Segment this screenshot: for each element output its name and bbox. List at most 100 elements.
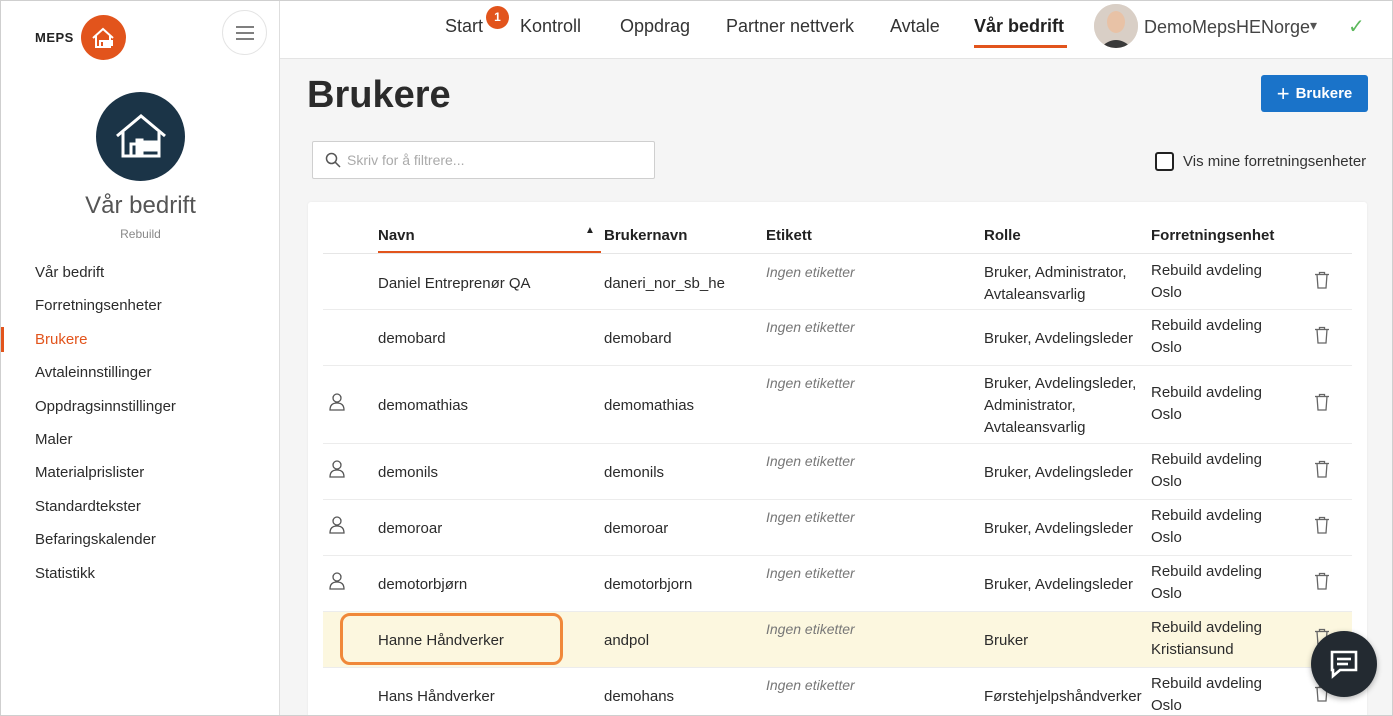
column-header-navn[interactable]: Navn <box>378 227 415 244</box>
table-row[interactable]: Hans Håndverker demohans Ingen etiketter Fø… <box>323 668 1352 715</box>
row-role: Bruker, Avdelingsleder <box>984 464 1133 481</box>
table-row[interactable]: demotorbjørn demotorbjorn Ingen etiketter B… <box>323 556 1352 612</box>
tab-avtale[interactable]: Avtale <box>890 16 940 37</box>
row-tag: Ingen etiketter <box>766 264 855 280</box>
row-name[interactable]: demomathias <box>378 395 468 417</box>
sidebar-item-befaringskalender[interactable]: Befaringskalender <box>1 523 279 556</box>
row-unit: Oslo <box>1151 339 1182 356</box>
row-role: Bruker, Avdelingsleder, <box>984 375 1137 392</box>
search-input[interactable] <box>347 152 637 168</box>
company-name: Vår bedrift <box>85 192 196 219</box>
delete-icon[interactable] <box>1314 572 1330 595</box>
table-row[interactable]: demobard demobard Ingen etiketter Bruker, A… <box>323 310 1352 366</box>
row-tag: Ingen etiketter <box>766 509 855 525</box>
row-unit: Rebuild avdeling <box>1151 384 1262 401</box>
user-name[interactable]: DemoMepsHENorge <box>1144 17 1310 38</box>
sort-ascending-icon[interactable]: ▲ <box>585 225 595 236</box>
sidebar-item-materialprislister[interactable]: Materialprislister <box>1 456 279 489</box>
row-username: demobard <box>604 330 672 347</box>
sidebar-nav: Vår bedrift Forretningsenheter Brukere A… <box>1 256 279 590</box>
column-header-brukernavn[interactable]: Brukernavn <box>604 227 687 244</box>
tab-start[interactable]: Start <box>445 16 483 37</box>
tab-kontroll[interactable]: Kontroll <box>520 16 581 37</box>
company-logo-icon <box>96 92 185 181</box>
row-role: Avtaleansvarlig <box>984 419 1086 436</box>
add-user-label: Brukere <box>1295 85 1353 102</box>
row-unit: Rebuild avdeling <box>1151 563 1262 580</box>
row-username: demoroar <box>604 520 669 537</box>
page-title: Brukere <box>307 74 451 116</box>
column-header-rolle[interactable]: Rolle <box>984 227 1021 244</box>
delete-icon[interactable] <box>1314 326 1330 349</box>
row-unit: Oslo <box>1151 697 1182 714</box>
row-name[interactable]: demonils <box>378 462 438 484</box>
row-name[interactable]: Hans Håndverker <box>378 686 495 708</box>
row-name[interactable]: Daniel Entreprenør QA <box>378 273 531 295</box>
delete-icon[interactable] <box>1314 516 1330 539</box>
sidebar-item-forretningsenheter[interactable]: Forretningsenheter <box>1 289 279 322</box>
notification-badge: 1 <box>486 6 509 29</box>
row-unit: Oslo <box>1151 529 1182 546</box>
delete-icon[interactable] <box>1314 393 1330 416</box>
chat-icon <box>1330 650 1358 679</box>
sidebar-item-brukere[interactable]: Brukere <box>1 323 279 356</box>
menu-toggle-button[interactable] <box>222 10 267 55</box>
table-header: Navn ▲ Brukernavn Etikett Rolle Forretni… <box>323 224 1352 254</box>
tab-var-bedrift[interactable]: Vår bedrift <box>974 16 1068 48</box>
row-unit: Rebuild avdeling <box>1151 317 1262 334</box>
row-unit: Rebuild avdeling <box>1151 451 1262 468</box>
row-role: Bruker, Avdelingsleder <box>984 520 1133 537</box>
show-my-units-label: Vis mine forretningsenheter <box>1183 153 1367 170</box>
row-role: Bruker, Avdelingsleder <box>984 330 1133 347</box>
plus-icon: + <box>1276 80 1290 106</box>
add-user-button[interactable]: + Brukere <box>1261 75 1368 112</box>
table-row[interactable]: demomathias demomathias Ingen etiketter Bru… <box>323 366 1352 444</box>
table-row[interactable]: Daniel Entreprenør QA daneri_nor_sb_he Ing… <box>323 255 1352 310</box>
show-my-units-checkbox[interactable] <box>1155 152 1174 171</box>
row-username: daneri_nor_sb_he <box>604 274 725 292</box>
row-unit: Oslo <box>1151 283 1182 301</box>
brand[interactable]: MEPS <box>35 15 126 60</box>
row-role: Administrator, <box>984 397 1076 414</box>
table-row[interactable]: demoroar demoroar Ingen etiketter Bruker, A… <box>323 500 1352 556</box>
row-tag: Ingen etiketter <box>766 453 855 469</box>
row-tag: Ingen etiketter <box>766 565 855 581</box>
column-header-etikett[interactable]: Etikett <box>766 227 812 244</box>
delete-icon[interactable] <box>1314 271 1330 294</box>
sidebar-item-var-bedrift[interactable]: Vår bedrift <box>1 256 279 289</box>
row-role: Avtaleansvarlig <box>984 285 1086 303</box>
tab-oppdrag[interactable]: Oppdrag <box>620 16 690 37</box>
row-unit: Rebuild avdeling <box>1151 675 1262 692</box>
search-box[interactable] <box>312 141 655 179</box>
sidebar-item-maler[interactable]: Maler <box>1 423 279 456</box>
table-row[interactable]: demonils demonils Ingen etiketter Bruker, A… <box>323 444 1352 500</box>
sidebar: MEPS Vår bedrift Rebuild Vår bedrift For… <box>1 1 280 715</box>
chevron-down-icon[interactable]: ▾ <box>1310 17 1317 34</box>
sort-indicator-line <box>378 251 601 253</box>
row-role: Førstehjelpshåndverker <box>984 688 1142 705</box>
row-unit: Rebuild avdeling <box>1151 261 1262 279</box>
row-role: Bruker, Administrator, <box>984 263 1127 281</box>
show-my-units-toggle[interactable]: Vis mine forretningsenheter <box>1155 152 1366 171</box>
column-header-forretningsenhet[interactable]: Forretningsenhet <box>1151 227 1274 244</box>
sidebar-item-avtaleinnstillinger[interactable]: Avtaleinnstillinger <box>1 356 279 389</box>
chat-button[interactable] <box>1311 631 1377 697</box>
row-name[interactable]: demoroar <box>378 518 442 540</box>
meps-logo-icon <box>80 15 126 60</box>
row-name[interactable]: demotorbjørn <box>378 574 467 596</box>
row-unit: Oslo <box>1151 406 1182 423</box>
person-icon <box>329 460 345 483</box>
sidebar-item-standardtekster[interactable]: Standardtekster <box>1 490 279 523</box>
person-icon <box>329 572 345 595</box>
tab-partner-nettverk[interactable]: Partner nettverk <box>726 16 854 37</box>
avatar[interactable] <box>1094 4 1138 48</box>
row-username: demomathias <box>604 397 695 414</box>
sidebar-item-statistikk[interactable]: Statistikk <box>1 557 279 590</box>
sidebar-item-oppdragsinnstillinger[interactable]: Oppdragsinnstillinger <box>1 390 279 423</box>
brand-text: MEPS <box>35 30 74 45</box>
row-unit: Kristiansund <box>1151 641 1234 658</box>
highlight-ring <box>340 613 563 665</box>
app-window: MEPS Vår bedrift Rebuild Vår bedrift For… <box>0 0 1393 716</box>
row-name[interactable]: demobard <box>378 328 446 350</box>
delete-icon[interactable] <box>1314 460 1330 483</box>
